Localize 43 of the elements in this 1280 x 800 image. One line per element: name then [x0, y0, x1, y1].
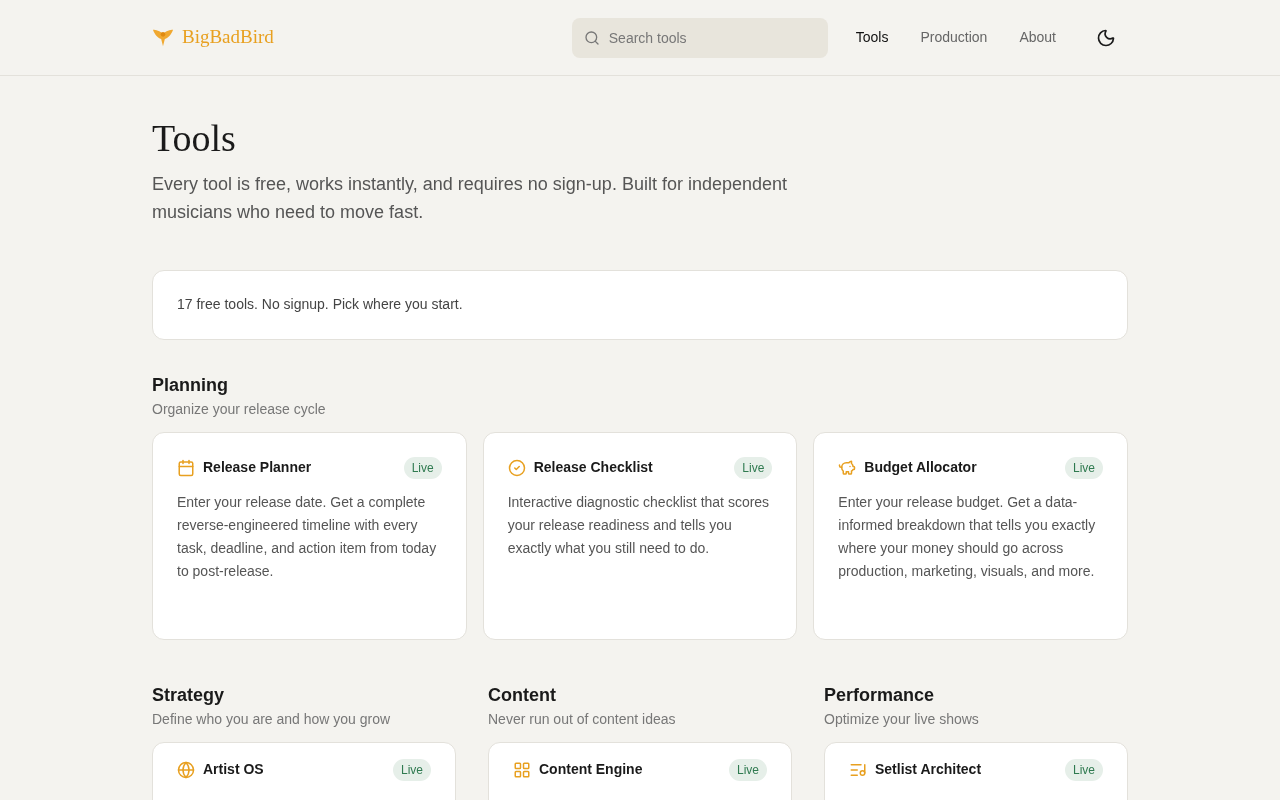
section-title: Strategy	[152, 683, 226, 707]
tool-card[interactable]: Budget Allocator Live Enter your release budget. Get a data-informed breakdown that tells you exactly where your money should go across production, marketing, visuals, and more.	[813, 431, 1128, 640]
status-badge: Live	[1065, 758, 1103, 781]
notice-text: 17 free tools. No signup. Pick where you start.	[177, 295, 463, 315]
tool-card[interactable]: Artist OS Live	[152, 741, 456, 800]
status-badge: Live	[734, 456, 773, 479]
nav-link[interactable]: Production	[920, 27, 988, 48]
section-subtitle: Never run out of content ideas	[488, 709, 677, 729]
search-field[interactable]: Search tools	[571, 17, 828, 58]
section-subtitle: Define who you are and how you grow	[152, 709, 392, 729]
tool-title: Budget Allocator	[864, 458, 977, 478]
tool-title: Content Engine	[539, 760, 643, 780]
nav-link[interactable]: Tools	[855, 27, 889, 48]
calendar-icon	[177, 458, 195, 477]
tool-title: Release Planner	[203, 458, 312, 478]
section-subtitle: Organize your release cycle	[152, 399, 327, 419]
tool-title: Release Checklist	[533, 458, 653, 478]
status-badge: Live	[1064, 456, 1103, 479]
status-badge: Live	[393, 758, 431, 781]
section-subtitle: Optimize your live shows	[824, 709, 980, 729]
tool-description: Interactive diagnostic checklist that scores your release readiness and tells you exactly what you still need to do.	[507, 492, 771, 558]
section-title: Planning	[152, 373, 229, 397]
status-badge: Live	[403, 456, 442, 479]
page-title: Tools	[152, 116, 237, 161]
tool-description: Enter your release date. Get a complete reverse-engineered timeline with every task, deadline, and action item from today to post-release.	[177, 492, 438, 581]
tool-title: Setlist Architect	[875, 760, 982, 780]
tool-card[interactable]: Release Checklist Live Interactive diagnostic checklist that scores your release readiness and tells you exactly what you still need to do.	[482, 431, 798, 640]
nav-link[interactable]: About	[1019, 27, 1056, 48]
tool-card[interactable]: Release Planner Live Enter your release date. Get a complete reverse-engineered timeline with every task, deadline, and action item from today to post-release.	[152, 431, 467, 640]
tool-description: Enter your release budget. Get a data-informed breakdown that tells you exactly where your money should go across production, marketing, visuals, and more.	[838, 492, 1097, 581]
status-badge: Live	[729, 758, 767, 781]
grid-icon	[513, 760, 531, 779]
tool-card[interactable]: Setlist Architect Live	[824, 741, 1128, 800]
search-icon	[583, 29, 600, 46]
dark-mode-icon[interactable]	[1096, 27, 1116, 48]
globe-icon	[177, 760, 195, 779]
section-title: Content	[488, 683, 557, 707]
tool-title: Artist OS	[203, 760, 264, 780]
tool-card[interactable]: Content Engine Live	[488, 741, 792, 800]
page-subtitle: Every tool is free, works instantly, and requires no sign-up. Built for independent musicians who need to move fast.	[152, 172, 788, 224]
check-circle-icon	[507, 458, 526, 477]
section-title: Performance	[824, 683, 936, 707]
piggy-bank-icon	[838, 458, 857, 477]
